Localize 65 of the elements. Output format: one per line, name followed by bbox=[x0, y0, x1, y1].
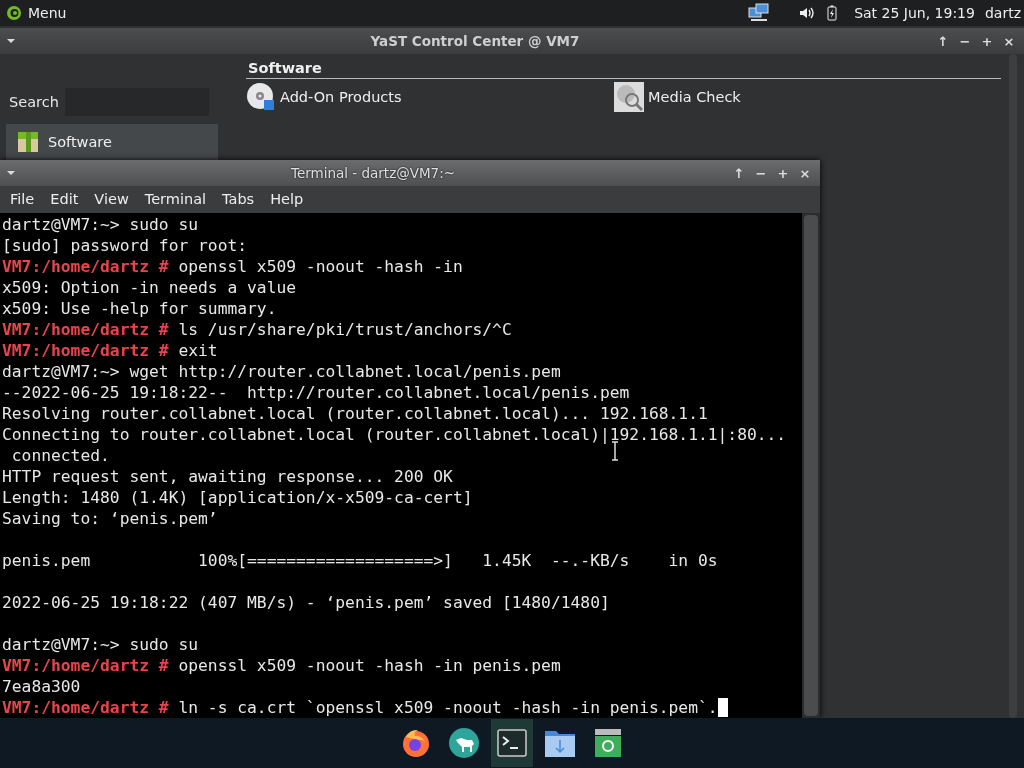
menu-item[interactable]: Help bbox=[262, 191, 312, 207]
terminal-line: HTTP request sent, awaiting response... 200 OK bbox=[2, 466, 453, 487]
user-name[interactable]: dartz bbox=[984, 5, 1021, 21]
window-control-button[interactable]: + bbox=[978, 33, 996, 49]
terminal-line: penis.pem 100%[===================>] 1.45K --.-KB/s in 0s bbox=[2, 550, 718, 571]
disc-icon bbox=[246, 82, 276, 112]
animal-icon bbox=[448, 727, 480, 759]
window-control-button[interactable]: − bbox=[752, 165, 770, 181]
network-icon[interactable] bbox=[748, 3, 771, 23]
terminal-line: openssl x509 -noout -hash -in penis.pem bbox=[177, 655, 561, 676]
terminal-line: x509: Option -in needs a value bbox=[2, 277, 297, 298]
terminal-line: x509: Use -help for summary. bbox=[2, 298, 277, 319]
terminal-line: Resolving router.collabnet.local (router.collabnet.local)... 192.168.1.1 bbox=[2, 403, 708, 424]
scrollbar[interactable] bbox=[802, 213, 820, 718]
window-title: YaST Control Center @ VM7 bbox=[369, 33, 581, 49]
terminal-line: [sudo] password for root: bbox=[2, 235, 248, 256]
window-control-button[interactable]: ↑ bbox=[934, 33, 952, 49]
root-prompt: VM7:/home/dartz # bbox=[2, 319, 169, 340]
window-title: Terminal - dartz@VM7:~ bbox=[289, 165, 457, 181]
window-control-button[interactable]: − bbox=[956, 33, 974, 49]
window-control-button[interactable]: + bbox=[774, 165, 792, 181]
volume-icon[interactable] bbox=[798, 5, 815, 21]
terminal-line: ln -s ca.crt `openssl x509 -noout -hash -in penis.pem`. bbox=[177, 697, 718, 718]
menu-item[interactable]: View bbox=[86, 191, 137, 207]
menu-item[interactable]: Terminal bbox=[136, 191, 215, 207]
root-prompt: VM7:/home/dartz # bbox=[2, 655, 169, 676]
terminal-line: exit bbox=[177, 340, 218, 361]
clock[interactable]: Sat 25 Jun, 19:19 bbox=[854, 5, 975, 21]
package-icon bbox=[16, 130, 40, 154]
scrollbar[interactable] bbox=[1009, 54, 1017, 718]
search-label: Search bbox=[9, 94, 59, 110]
chevron-down-icon[interactable] bbox=[6, 36, 16, 46]
terminal-line: 2022-06-25 19:18:22 (407 MB/s) - ‘penis.pem’ saved [1480/1480] bbox=[2, 592, 610, 613]
terminal-line: dartz@VM7:~> sudo su bbox=[2, 214, 199, 235]
root-prompt: VM7:/home/dartz # bbox=[2, 256, 169, 277]
root-prompt: VM7:/home/dartz # bbox=[2, 697, 169, 718]
flame-globe-icon bbox=[400, 727, 432, 759]
terminal-line: --2022-06-25 19:18:22-- http://router.collabnet.local/penis.pem bbox=[2, 382, 630, 403]
dock-item[interactable] bbox=[491, 719, 533, 767]
terminal-icon bbox=[496, 727, 528, 759]
chevron-down-icon[interactable] bbox=[6, 168, 16, 178]
module-item[interactable]: Add-On Products bbox=[246, 81, 614, 113]
module-item[interactable]: Media Check bbox=[614, 81, 1001, 113]
terminal-line: 7ea8a300 bbox=[2, 676, 81, 697]
terminal-line: dartz@VM7:~> sudo su bbox=[2, 634, 199, 655]
window-control-button[interactable]: × bbox=[796, 165, 814, 181]
magnifier-icon bbox=[614, 82, 644, 112]
terminal-line: ls /usr/share/pki/trust/anchors/^C bbox=[177, 319, 512, 340]
menu-item[interactable]: Edit bbox=[42, 191, 87, 207]
window-control-button[interactable]: × bbox=[1000, 33, 1018, 49]
section-heading: Software bbox=[246, 60, 1001, 79]
recycle-bin-icon bbox=[592, 727, 624, 759]
category-item[interactable]: Software bbox=[6, 124, 218, 160]
menu-item[interactable]: Tabs bbox=[214, 191, 263, 207]
terminal-line: connected. bbox=[10, 445, 110, 466]
window-control-button[interactable]: ↑ bbox=[730, 165, 748, 181]
swirl-icon bbox=[6, 5, 22, 21]
terminal-line: Connecting to router.collabnet.local (router.collabnet.local)|192.168.1.1|:80... bbox=[2, 424, 787, 445]
menu-button[interactable]: Menu bbox=[0, 0, 73, 26]
terminal-line: openssl x509 -noout -hash -in bbox=[177, 256, 463, 277]
terminal-line: Saving to: ‘penis.pem’ bbox=[2, 508, 218, 529]
root-prompt: VM7:/home/dartz # bbox=[2, 340, 169, 361]
menu-item[interactable]: File bbox=[2, 191, 43, 207]
terminal-line: Length: 1480 (1.4K) [application/x-x509-ca-cert] bbox=[2, 487, 473, 508]
terminal-line: dartz@VM7:~> wget http://router.collabnet.local/penis.pem bbox=[2, 361, 561, 382]
